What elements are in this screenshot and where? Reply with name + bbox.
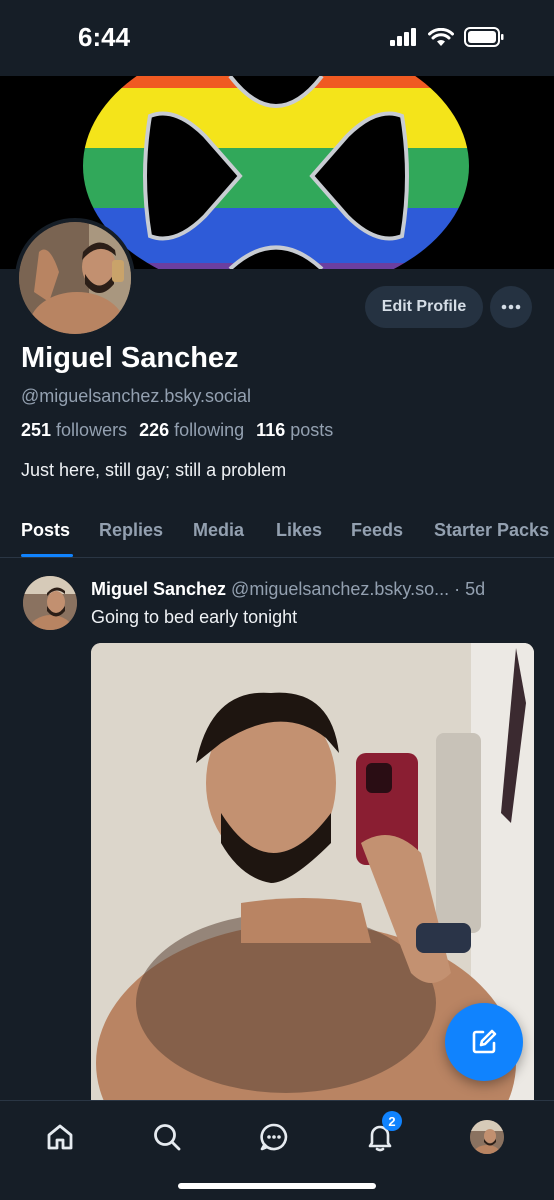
followers-label: followers <box>56 420 128 440</box>
compose-button[interactable] <box>445 1003 523 1081</box>
wifi-icon <box>428 27 454 46</box>
profile-stats: 251 followers 226 following 116 posts <box>21 420 333 441</box>
nav-chat[interactable] <box>254 1117 294 1157</box>
signal-icon <box>390 28 416 46</box>
tab-feeds[interactable]: Feeds <box>351 520 403 541</box>
nav-notifications[interactable]: 2 <box>360 1111 402 1157</box>
edit-profile-button[interactable]: Edit Profile <box>365 286 483 328</box>
posts-stat: 116 posts <box>256 420 333 441</box>
followers-count: 251 <box>21 420 52 440</box>
tab-posts[interactable]: Posts <box>21 520 70 541</box>
status-time: 6:44 <box>78 22 131 52</box>
post-author-name[interactable]: Miguel Sanchez <box>91 579 226 599</box>
tab-likes[interactable]: Likes <box>276 520 322 541</box>
post-header: Miguel Sanchez @miguelsanchez.bsky.so...… <box>91 579 541 600</box>
following-label: following <box>174 420 245 440</box>
tab-media[interactable]: Media <box>193 520 244 541</box>
search-icon <box>154 1124 181 1151</box>
post-author-avatar[interactable] <box>23 576 77 630</box>
status-icons <box>390 27 504 47</box>
nav-profile[interactable] <box>467 1117 507 1157</box>
following-stat[interactable]: 226 following <box>139 420 244 441</box>
post-author-handle[interactable]: @miguelsanchez.bsky.so... <box>231 579 449 599</box>
profile-handle: @miguelsanchez.bsky.social <box>21 386 252 406</box>
status-bar: 6:44 <box>0 0 554 76</box>
nav-home[interactable] <box>40 1117 80 1157</box>
chat-icon <box>260 1123 288 1151</box>
profile-avatar[interactable] <box>15 218 135 338</box>
tab-starter-packs[interactable]: Starter Packs <box>434 520 549 541</box>
profile-tabs: Posts Replies Media Likes Feeds Starter … <box>0 508 554 558</box>
post-timestamp: · 5d <box>454 579 486 599</box>
followers-stat[interactable]: 251 followers <box>21 420 127 441</box>
post-text: Going to bed early tonight <box>91 607 298 627</box>
battery-icon <box>464 27 504 47</box>
tab-replies[interactable]: Replies <box>99 520 163 541</box>
nav-search[interactable] <box>147 1117 187 1157</box>
ellipsis-icon <box>501 304 521 310</box>
posts-count: 116 <box>256 420 286 440</box>
compose-icon <box>472 1029 497 1054</box>
more-options-button[interactable] <box>490 286 532 328</box>
profile-bio: Just here, still gay; still a problem <box>21 460 287 480</box>
home-indicator <box>178 1183 376 1189</box>
home-icon <box>47 1124 73 1150</box>
notification-badge: 2 <box>382 1111 402 1131</box>
following-count: 226 <box>139 420 170 440</box>
active-tab-indicator <box>21 554 73 557</box>
nav-profile-avatar <box>470 1120 504 1154</box>
posts-label: posts <box>290 420 334 440</box>
profile-name: Miguel Sanchez <box>21 342 239 374</box>
